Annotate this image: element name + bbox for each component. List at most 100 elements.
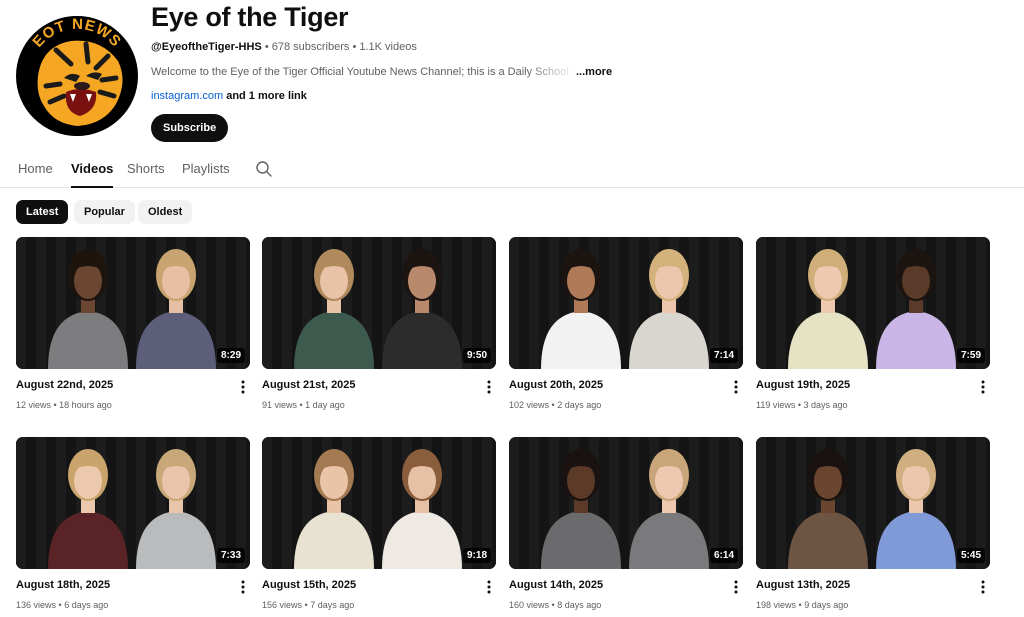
video-thumbnail[interactable]: 5:45: [756, 437, 990, 569]
video-meta: 136 views • 6 days ago: [16, 600, 108, 610]
video-thumbnail[interactable]: 7:14: [509, 237, 743, 369]
channel-links: instagram.com and 1 more link: [151, 90, 307, 102]
view-count: 136 views: [16, 600, 57, 610]
video-title[interactable]: August 19th, 2025: [756, 379, 850, 391]
meta-separator: •: [51, 400, 60, 410]
upload-age: 9 days ago: [804, 600, 849, 610]
video-meta: 156 views • 7 days ago: [262, 600, 354, 610]
view-count: 160 views: [509, 600, 550, 610]
video-card[interactable]: 7:59 August 19th, 2025 119 views • 3 days …: [756, 237, 990, 417]
video-meta: 160 views • 8 days ago: [509, 600, 601, 610]
thumbnail-image: [509, 437, 743, 569]
tab-playlists[interactable]: Playlists: [182, 161, 230, 188]
meta-separator: •: [549, 600, 558, 610]
meta-separator: •: [56, 600, 65, 610]
view-count: 102 views: [509, 400, 550, 410]
more-vert-icon[interactable]: [978, 579, 988, 595]
view-count: 119 views: [756, 400, 796, 410]
channel-meta: @EyeoftheTiger-HHS • 678 subscribers • 1…: [151, 41, 417, 53]
video-duration: 7:14: [709, 348, 738, 363]
video-title[interactable]: August 14th, 2025: [509, 579, 603, 591]
description-more-link[interactable]: ...more: [576, 66, 612, 78]
video-title[interactable]: August 22nd, 2025: [16, 379, 113, 391]
video-card[interactable]: 9:50 August 21st, 2025 91 views • 1 day ag…: [262, 237, 496, 417]
search-icon[interactable]: [255, 160, 273, 178]
meta-separator: •: [261, 41, 272, 53]
video-duration: 6:14: [709, 548, 738, 563]
upload-age: 7 days ago: [310, 600, 355, 610]
video-duration: 7:33: [216, 548, 245, 563]
channel-tabs: Home Videos Shorts Playlists: [0, 150, 1024, 188]
more-vert-icon[interactable]: [238, 379, 248, 395]
thumbnail-image: [262, 437, 496, 569]
chip-latest[interactable]: Latest: [16, 200, 69, 224]
video-thumbnail[interactable]: 9:18: [262, 437, 496, 569]
meta-separator: •: [349, 41, 360, 53]
video-thumbnail[interactable]: 6:14: [509, 437, 743, 569]
more-vert-icon[interactable]: [731, 579, 741, 595]
subscriber-count: 678 subscribers: [271, 41, 350, 53]
chip-popular[interactable]: Popular: [74, 200, 135, 224]
meta-separator: •: [796, 600, 805, 610]
video-title[interactable]: August 20th, 2025: [509, 379, 603, 391]
video-meta: 198 views • 9 days ago: [756, 600, 848, 610]
thumbnail-image: [16, 437, 250, 569]
video-duration: 7:59: [956, 348, 985, 363]
video-meta: 102 views • 2 days ago: [509, 400, 601, 410]
video-count: 1.1K videos: [359, 41, 417, 53]
video-meta: 91 views • 1 day ago: [262, 400, 345, 410]
meta-separator: •: [795, 400, 804, 410]
thumbnail-image: [16, 237, 250, 369]
view-count: 12 views: [16, 400, 52, 410]
video-card[interactable]: 8:29 August 22nd, 2025 12 views • 18 hours…: [16, 237, 250, 417]
video-duration: 9:50: [462, 348, 491, 363]
tab-videos[interactable]: Videos: [71, 161, 114, 188]
upload-age: 6 days ago: [64, 600, 109, 610]
video-title[interactable]: August 21st, 2025: [262, 379, 356, 391]
upload-age: 1 day ago: [305, 400, 345, 410]
video-thumbnail[interactable]: 7:59: [756, 237, 990, 369]
video-card[interactable]: 9:18 August 15th, 2025 156 views • 7 days …: [262, 437, 496, 617]
tab-shorts[interactable]: Shorts: [127, 161, 165, 188]
more-vert-icon[interactable]: [484, 379, 494, 395]
subscribe-button[interactable]: Subscribe: [151, 114, 229, 142]
tab-home[interactable]: Home: [18, 161, 53, 188]
upload-age: 18 hours ago: [59, 400, 112, 410]
chip-oldest[interactable]: Oldest: [138, 200, 193, 224]
video-card[interactable]: 5:45 August 13th, 2025 198 views • 9 days …: [756, 437, 990, 617]
channel-handle[interactable]: @EyeoftheTiger-HHS: [151, 41, 262, 53]
video-card[interactable]: 7:14 August 20th, 2025 102 views • 2 days …: [509, 237, 743, 417]
more-vert-icon[interactable]: [978, 379, 988, 395]
channel-header: EOT NEWS Eye of the Tiger @EyeoftheTiger…: [16, 0, 1016, 150]
video-meta: 12 views • 18 hours ago: [16, 400, 112, 410]
instagram-link[interactable]: instagram.com: [151, 90, 223, 102]
channel-title: Eye of the Tiger: [151, 2, 349, 32]
more-vert-icon[interactable]: [238, 579, 248, 595]
video-title[interactable]: August 13th, 2025: [756, 579, 850, 591]
meta-separator: •: [549, 400, 558, 410]
more-vert-icon[interactable]: [484, 579, 494, 595]
more-vert-icon[interactable]: [731, 379, 741, 395]
view-count: 156 views: [262, 600, 303, 610]
upload-age: 8 days ago: [557, 600, 602, 610]
thumbnail-image: [262, 237, 496, 369]
view-count: 198 views: [756, 600, 797, 610]
video-card[interactable]: 6:14 August 14th, 2025 160 views • 8 days …: [509, 437, 743, 617]
video-thumbnail[interactable]: 7:33: [16, 437, 250, 569]
view-count: 91 views: [262, 400, 298, 410]
video-duration: 9:18: [462, 548, 491, 563]
meta-separator: •: [297, 400, 306, 410]
video-title[interactable]: August 18th, 2025: [16, 579, 110, 591]
video-title[interactable]: August 15th, 2025: [262, 579, 356, 591]
video-thumbnail[interactable]: 8:29: [16, 237, 250, 369]
thumbnail-image: [756, 437, 990, 569]
video-duration: 5:45: [956, 548, 985, 563]
video-card[interactable]: 7:33 August 18th, 2025 136 views • 6 days …: [16, 437, 250, 617]
video-thumbnail[interactable]: 9:50: [262, 237, 496, 369]
thumbnail-image: [509, 237, 743, 369]
thumbnail-image: [756, 237, 990, 369]
more-links-button[interactable]: and 1 more link: [223, 90, 307, 102]
upload-age: 2 days ago: [557, 400, 602, 410]
channel-avatar[interactable]: EOT NEWS: [16, 16, 138, 136]
channel-description[interactable]: Welcome to the Eye of the Tiger Official…: [151, 66, 612, 78]
